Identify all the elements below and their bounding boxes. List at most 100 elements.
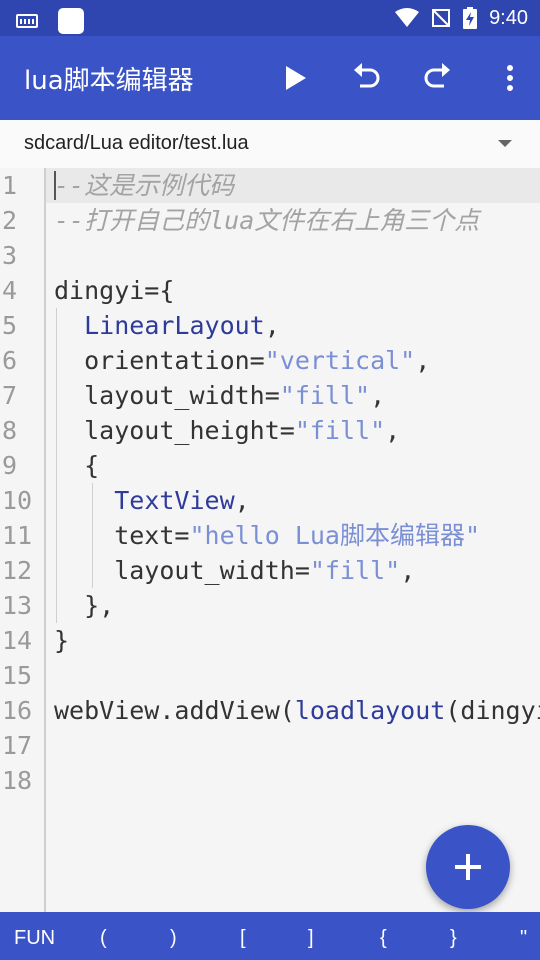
plus-icon: [455, 854, 481, 880]
status-time: 9:40: [489, 6, 528, 29]
code-text[interactable]: --这是示例代码 --打开自己的lua文件在右上角三个点 ​ dingyi={ Lin…: [54, 168, 540, 798]
keyboard-icon: [16, 14, 38, 28]
redo-icon: [424, 63, 450, 88]
code-line[interactable]: ​: [54, 238, 540, 273]
code-token: layout_height=: [54, 416, 295, 445]
redo-button[interactable]: [416, 56, 460, 100]
code-line[interactable]: },: [54, 588, 540, 623]
code-comment: --打开自己的lua文件在右上角三个点: [54, 206, 480, 235]
code-token: webView.addView(: [54, 696, 295, 725]
undo-button[interactable]: [344, 56, 388, 100]
symbol-key[interactable]: ]: [308, 912, 314, 960]
code-string: "fill": [279, 381, 371, 410]
code-token: layout_width=: [54, 381, 280, 410]
line-number: 6: [2, 346, 18, 375]
symbol-key[interactable]: }: [450, 912, 457, 960]
line-number: 17: [2, 731, 33, 760]
code-token: },: [54, 591, 115, 620]
app-title: lua脚本编辑器: [24, 66, 194, 96]
line-number: 18: [2, 766, 33, 795]
add-fab-button[interactable]: [426, 825, 510, 909]
code-line[interactable]: webView.addView(loadlayout(dingyi)): [54, 693, 540, 728]
code-line[interactable]: --这是示例代码: [54, 168, 540, 203]
line-number: 2: [2, 206, 18, 235]
code-line[interactable]: ​: [54, 658, 540, 693]
status-bar: 9:40: [0, 0, 540, 36]
code-editor[interactable]: 1 2 3 4 5 6 7 8 9 10 11 12 13 14 15 16 17 18 --这是示例代码 --打开…: [0, 168, 540, 912]
more-options-button[interactable]: [488, 56, 532, 100]
line-number: 16: [2, 696, 33, 725]
line-number: 11: [2, 521, 33, 550]
code-token: ,: [234, 486, 250, 515]
code-token: ,: [264, 311, 280, 340]
code-token: }: [54, 626, 70, 655]
line-number: 3: [2, 241, 18, 270]
symbol-key[interactable]: ): [170, 912, 177, 960]
line-number: 9: [2, 451, 18, 480]
code-line[interactable]: LinearLayout,: [54, 308, 540, 343]
gutter-divider: [44, 168, 46, 912]
code-line[interactable]: ​: [54, 728, 540, 763]
code-line[interactable]: layout_width="fill",: [54, 378, 540, 413]
run-button[interactable]: [274, 56, 318, 100]
symbol-key[interactable]: {: [380, 912, 387, 960]
line-number: 4: [2, 276, 18, 305]
line-number-gutter: 1 2 3 4 5 6 7 8 9 10 11 12 13 14 15 16 17 18: [0, 168, 44, 912]
code-string: "fill": [309, 556, 401, 585]
symbol-key[interactable]: ": [520, 912, 527, 960]
code-token: (dingyi)): [445, 696, 540, 725]
no-signal-icon: [432, 9, 451, 27]
code-line[interactable]: --打开自己的lua文件在右上角三个点: [54, 203, 540, 238]
code-keyword: loadlayout: [294, 696, 446, 725]
code-comment: --这是示例代码: [54, 171, 235, 200]
code-line[interactable]: layout_width="fill",: [54, 553, 540, 588]
more-vert-icon: [507, 65, 513, 91]
line-number: 14: [2, 626, 33, 655]
line-number: 8: [2, 416, 18, 445]
code-token: ,: [400, 556, 416, 585]
app-square-icon: [58, 8, 84, 34]
code-line[interactable]: orientation="vertical",: [54, 343, 540, 378]
code-token: orientation=: [54, 346, 265, 375]
code-line[interactable]: text="hello Lua脚本编辑器": [54, 518, 540, 553]
code-line[interactable]: }: [54, 623, 540, 658]
code-line[interactable]: layout_height="fill",: [54, 413, 540, 448]
code-token: ,: [385, 416, 401, 445]
code-string: "vertical": [264, 346, 416, 375]
app-toolbar: lua脚本编辑器: [0, 36, 540, 120]
symbol-key[interactable]: (: [100, 912, 107, 960]
undo-icon: [354, 63, 380, 88]
code-token: text=: [54, 521, 190, 550]
play-icon: [286, 66, 306, 90]
file-selector[interactable]: sdcard/Lua editor/test.lua: [0, 120, 540, 168]
line-number: 1: [2, 171, 18, 200]
code-token: ,: [370, 381, 386, 410]
file-path: sdcard/Lua editor/test.lua: [24, 132, 249, 154]
code-token: ,: [415, 346, 431, 375]
code-token: {: [54, 451, 100, 480]
code-token: layout_width=: [54, 556, 310, 585]
code-keyword: TextView: [114, 486, 235, 515]
code-line[interactable]: ​: [54, 763, 540, 798]
code-line[interactable]: dingyi={: [54, 273, 540, 308]
code-string: "fill": [294, 416, 386, 445]
wifi-icon: [395, 8, 420, 27]
line-number: 5: [2, 311, 18, 340]
code-token: dingyi={: [54, 276, 175, 305]
line-number: 7: [2, 381, 18, 410]
line-number: 12: [2, 556, 33, 585]
battery-charging-icon: [463, 7, 478, 29]
line-number: 10: [2, 486, 33, 515]
line-number: 13: [2, 591, 33, 620]
text-caret: [54, 171, 56, 200]
code-string: "hello Lua脚本编辑器": [189, 521, 481, 550]
code-keyword: LinearLayout: [84, 311, 265, 340]
line-number: 15: [2, 661, 33, 690]
code-line[interactable]: {: [54, 448, 540, 483]
chevron-down-icon[interactable]: [498, 140, 512, 147]
code-line[interactable]: TextView,: [54, 483, 540, 518]
symbol-key[interactable]: [: [240, 912, 246, 960]
fun-key[interactable]: FUN: [14, 912, 55, 960]
